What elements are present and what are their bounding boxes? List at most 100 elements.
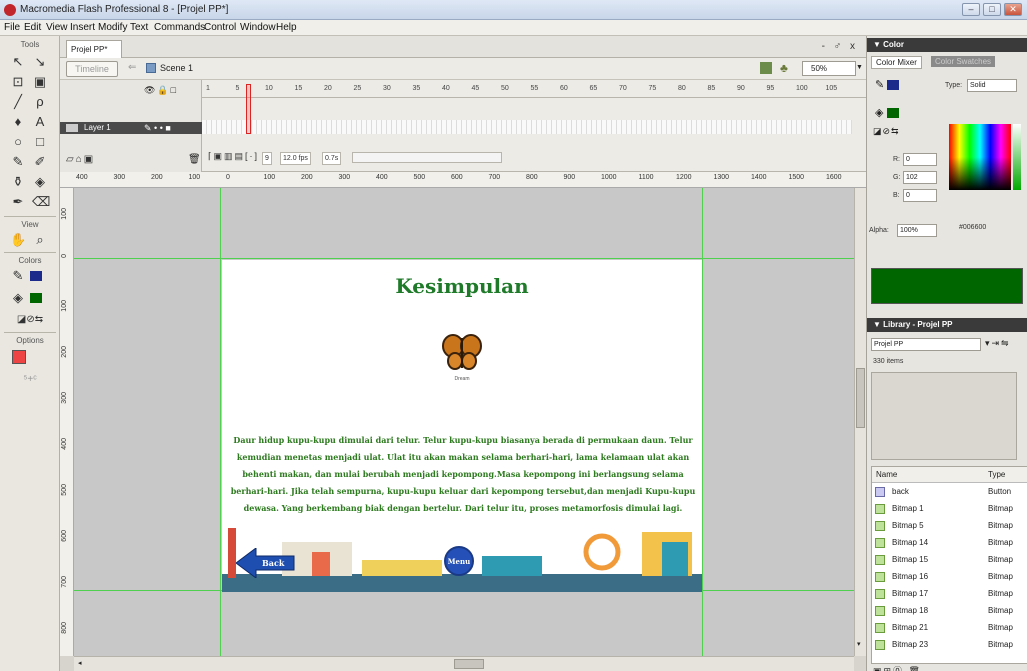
menu-file[interactable]: File: [4, 22, 20, 33]
subselect-tool-icon[interactable]: ↘: [32, 54, 48, 70]
hex-value[interactable]: #006600: [959, 224, 986, 231]
column-name[interactable]: Name: [876, 467, 897, 483]
layer-name[interactable]: Layer 1: [84, 122, 111, 134]
snap-magnet-icon[interactable]: [12, 350, 26, 364]
library-item[interactable]: Bitmap 17 Bitmap: [872, 586, 1027, 602]
menu-window[interactable]: Window: [240, 22, 276, 33]
red-input[interactable]: 0: [903, 153, 937, 166]
stroke-swatch[interactable]: [887, 80, 899, 90]
lasso-tool-icon[interactable]: ρ: [32, 94, 48, 110]
pencil-tool-icon[interactable]: ✎: [10, 154, 26, 170]
menu-edit[interactable]: Edit: [24, 22, 41, 33]
color-spectrum-picker[interactable]: [949, 124, 1011, 190]
hand-tool-icon[interactable]: ✋: [10, 232, 26, 248]
scroll-down-icon[interactable]: ▾: [857, 640, 861, 648]
document-window-controls[interactable]: - ♂ x: [822, 41, 858, 52]
minimize-button[interactable]: –: [962, 3, 980, 16]
butterfly-image[interactable]: [442, 332, 482, 372]
library-item[interactable]: Bitmap 18 Bitmap: [872, 603, 1027, 619]
fill-color-swatch[interactable]: [30, 293, 42, 303]
swap-colors-icon[interactable]: ◪⊘⇆: [873, 126, 900, 137]
maximize-button[interactable]: □: [983, 3, 1001, 16]
fill-type-select[interactable]: Solid: [967, 79, 1017, 92]
oval-tool-icon[interactable]: ○: [10, 134, 26, 150]
column-type[interactable]: Type: [988, 467, 1005, 483]
back-arrow-icon[interactable]: ⇐: [128, 62, 136, 73]
frame-grid[interactable]: [202, 120, 852, 134]
swap-colors-icon[interactable]: ◪⊘⇆: [10, 312, 50, 328]
add-layer-icons[interactable]: ▱⌂▣: [66, 154, 95, 165]
guide-line[interactable]: [74, 258, 854, 259]
playhead[interactable]: [246, 84, 251, 134]
guide-line[interactable]: [220, 188, 221, 656]
library-pin-icons[interactable]: ▾⇥⇋: [985, 338, 1011, 349]
library-item[interactable]: Bitmap 23 Bitmap: [872, 637, 1027, 653]
onion-skin-icons[interactable]: ⌈▣▥▤[·]: [208, 151, 259, 162]
library-panel-header[interactable]: ▼ Library - Projel PP: [867, 318, 1027, 332]
menu-modify[interactable]: Modify: [98, 22, 127, 33]
library-item[interactable]: Bitmap 15 Bitmap: [872, 552, 1027, 568]
stroke-color-icon[interactable]: ✎: [875, 78, 884, 91]
stroke-color-icon[interactable]: ✎: [10, 268, 26, 284]
menu-text[interactable]: Text: [130, 22, 148, 33]
library-item[interactable]: Bitmap 5 Bitmap: [872, 518, 1027, 534]
menu-view[interactable]: View: [46, 22, 68, 33]
menu-commands[interactable]: Commands: [154, 22, 205, 33]
library-footer-icons[interactable]: ▣⊞⓪ 🗑: [873, 664, 922, 671]
fill-color-icon[interactable]: ◈: [10, 290, 26, 306]
menu-button-label[interactable]: Menu: [444, 557, 474, 566]
timeline-toggle-button[interactable]: Timeline: [66, 61, 118, 77]
edit-scene-icon[interactable]: [760, 62, 772, 74]
blue-input[interactable]: 0: [903, 189, 937, 202]
library-item[interactable]: Bitmap 21 Bitmap: [872, 620, 1027, 636]
library-item[interactable]: Bitmap 16 Bitmap: [872, 569, 1027, 585]
smooth-straighten-icon[interactable]: ⁵+ᶜ: [12, 372, 48, 388]
fill-transform-tool-icon[interactable]: ▣: [32, 74, 48, 90]
paint-bucket-tool-icon[interactable]: ◈: [32, 174, 48, 190]
zoom-dropdown-icon[interactable]: ▼: [856, 64, 863, 71]
rectangle-tool-icon[interactable]: □: [32, 134, 48, 150]
color-panel-header[interactable]: ▼ Color: [867, 38, 1027, 52]
delete-layer-icon[interactable]: 🗑: [188, 154, 201, 165]
guide-line[interactable]: [702, 188, 703, 656]
stage[interactable]: Kesimpulan Dream Daur hidup kupu-kupu di…: [222, 260, 702, 592]
stage-vscrollbar[interactable]: ▾: [854, 188, 866, 656]
text-tool-icon[interactable]: A: [32, 114, 48, 130]
zoom-tool-icon[interactable]: ⌕: [32, 232, 48, 248]
layer-visibility-lock-outline-icons[interactable]: 👁🔒□: [144, 85, 178, 96]
document-tab[interactable]: Projel PP*: [66, 40, 122, 58]
scroll-left-icon[interactable]: ◂: [78, 659, 82, 667]
stroke-color-swatch[interactable]: [30, 271, 42, 281]
menu-control[interactable]: Control: [204, 22, 236, 33]
library-item[interactable]: Bitmap 14 Bitmap: [872, 535, 1027, 551]
free-transform-tool-icon[interactable]: ⊡: [10, 74, 26, 90]
scene-label[interactable]: Scene 1: [160, 63, 193, 73]
green-input[interactable]: 102: [903, 171, 937, 184]
brush-tool-icon[interactable]: ✐: [32, 154, 48, 170]
zoom-select[interactable]: 50%: [802, 61, 856, 76]
line-tool-icon[interactable]: ╱: [10, 94, 26, 110]
hscroll-thumb[interactable]: [454, 659, 484, 669]
fill-color-icon[interactable]: ◈: [875, 106, 883, 119]
tab-color-mixer[interactable]: Color Mixer: [871, 56, 922, 69]
library-document-select[interactable]: Projel PP: [871, 338, 981, 351]
alpha-input[interactable]: 100%: [897, 224, 937, 237]
ink-bottle-tool-icon[interactable]: ⚱: [10, 174, 26, 190]
layer-row[interactable]: Layer 1 ✎ • • ■: [60, 122, 202, 134]
library-item[interactable]: back Button: [872, 484, 1027, 500]
menu-insert[interactable]: Insert: [70, 22, 95, 33]
vscroll-thumb[interactable]: [856, 368, 865, 428]
eraser-tool-icon[interactable]: ⌫: [32, 194, 50, 210]
frame-ruler[interactable]: 1 5 10 15 20 25 30 35 40 45 50 55 60 65 70 75 80 85 90 95 10…: [202, 84, 866, 98]
brightness-slider[interactable]: [1013, 124, 1021, 190]
menu-help[interactable]: Help: [276, 22, 297, 33]
eyedropper-tool-icon[interactable]: ✒: [10, 194, 26, 210]
close-button[interactable]: ✕: [1004, 3, 1022, 16]
fill-swatch[interactable]: [887, 108, 899, 118]
tab-color-swatches[interactable]: Color Swatches: [931, 56, 996, 67]
library-item[interactable]: Bitmap 1 Bitmap: [872, 501, 1027, 517]
pen-tool-icon[interactable]: ♦: [10, 114, 26, 130]
back-button-label[interactable]: Back: [262, 558, 284, 568]
timeline-hscrollbar[interactable]: [352, 152, 502, 163]
stage-hscrollbar[interactable]: ◂: [74, 656, 854, 671]
